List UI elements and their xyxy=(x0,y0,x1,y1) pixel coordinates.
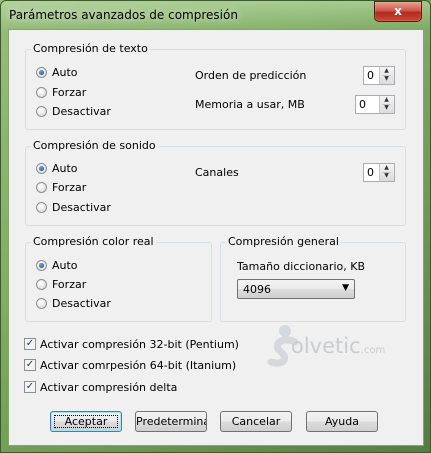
checkbox-32bit[interactable]: ✓ Activar compresión 32-bit (Pentium) xyxy=(24,337,239,351)
radio-icon xyxy=(36,201,47,213)
radio-icon xyxy=(36,181,47,193)
color-radio-forzar-label: Forzar xyxy=(52,277,87,291)
text-radio-forzar-label: Forzar xyxy=(52,85,87,99)
color-radio-forzar[interactable]: Forzar xyxy=(36,277,86,291)
help-button-label: Ayuda xyxy=(325,415,359,428)
checkbox-32bit-label: Activar compresión 32-bit (Pentium) xyxy=(40,337,239,351)
chevron-down-icon[interactable]: ▼ xyxy=(382,75,391,83)
sound-radio-auto[interactable]: Auto xyxy=(36,161,78,175)
solvetic-logo: olvetic.com xyxy=(265,322,385,373)
dictionary-size-value: 4096 xyxy=(243,283,271,296)
help-button[interactable]: Ayuda xyxy=(306,411,378,432)
watermark-text: olvetic.com xyxy=(291,334,385,358)
general-compression-title: Compresión general xyxy=(226,235,341,248)
focus-rectangle xyxy=(54,415,118,428)
checkbox-64bit-label: Activar comrpesión 64-bit (Itanium) xyxy=(40,358,237,372)
sound-compression-group: Compresión de sonido Auto Forzar Desacti… xyxy=(25,139,406,226)
sound-radio-desactivar-label: Desactivar xyxy=(52,200,111,214)
radio-icon xyxy=(36,259,47,271)
accept-button[interactable]: Aceptar xyxy=(50,411,122,432)
chevron-down-icon[interactable]: ▼ xyxy=(382,172,391,180)
dictionary-size-label: Tamaño diccionario, KB xyxy=(237,260,365,273)
default-button-label: Predeterminado xyxy=(136,415,206,428)
prediction-order-value: 0 xyxy=(367,69,374,82)
text-radio-auto[interactable]: Auto xyxy=(36,65,78,79)
dictionary-size-select[interactable]: 4096 ▼ xyxy=(237,279,355,299)
general-compression-group: Compresión general Tamaño diccionario, K… xyxy=(220,235,406,322)
color-radio-auto-label: Auto xyxy=(52,258,78,272)
close-button[interactable]: x xyxy=(374,1,422,22)
default-button[interactable]: Predeterminado xyxy=(135,411,207,432)
text-radio-desactivar[interactable]: Desactivar xyxy=(36,104,111,118)
prediction-order-spinner[interactable]: 0 ▲ ▼ xyxy=(363,66,395,85)
triangle-down-icon: ▼ xyxy=(342,283,349,293)
text-radio-forzar[interactable]: Forzar xyxy=(36,85,86,99)
radio-icon xyxy=(36,105,47,117)
radio-icon xyxy=(36,297,47,309)
checkmark-icon: ✓ xyxy=(24,338,36,350)
radio-icon xyxy=(36,66,47,78)
dialog-client-area: Compresión de texto Auto Forzar Desactiv… xyxy=(8,29,424,446)
color-radio-auto[interactable]: Auto xyxy=(36,258,78,272)
sound-radio-auto-label: Auto xyxy=(52,161,78,175)
cancel-button[interactable]: Cancelar xyxy=(220,411,292,432)
watermark-word: olvetic xyxy=(291,334,361,358)
color-radio-desactivar-label: Desactivar xyxy=(52,296,111,310)
sound-radio-forzar[interactable]: Forzar xyxy=(36,180,86,194)
checkmark-icon: ✓ xyxy=(24,381,36,393)
sound-radio-forzar-label: Forzar xyxy=(52,180,87,194)
radio-icon xyxy=(36,86,47,98)
checkbox-delta-label: Activar compresión delta xyxy=(40,380,178,394)
memory-spinner[interactable]: 0 ▲ ▼ xyxy=(355,95,395,114)
memory-label: Memoria a usar, MB xyxy=(195,98,305,111)
text-compression-title: Compresión de texto xyxy=(31,42,150,55)
text-radio-desactivar-label: Desactivar xyxy=(52,104,111,118)
checkmark-icon: ✓ xyxy=(24,359,36,371)
color-radio-desactivar[interactable]: Desactivar xyxy=(36,296,111,310)
channels-spinner[interactable]: 0 ▲ ▼ xyxy=(363,163,395,182)
checkbox-delta[interactable]: ✓ Activar compresión delta xyxy=(24,380,177,394)
sound-radio-desactivar[interactable]: Desactivar xyxy=(36,200,111,214)
color-compression-title: Compresión color real xyxy=(31,235,156,248)
chevron-down-icon[interactable]: ▼ xyxy=(382,104,391,112)
channels-value: 0 xyxy=(367,166,374,179)
radio-icon xyxy=(36,278,47,290)
prediction-order-label: Orden de predicción xyxy=(195,69,307,82)
title-bar[interactable]: Parámetros avanzados de compresión x xyxy=(0,0,431,28)
text-radio-auto-label: Auto xyxy=(52,65,78,79)
memory-value: 0 xyxy=(359,98,366,111)
color-compression-group: Compresión color real Auto Forzar Desact… xyxy=(25,235,212,322)
close-icon: x xyxy=(394,4,402,18)
checkbox-64bit[interactable]: ✓ Activar comrpesión 64-bit (Itanium) xyxy=(24,358,236,372)
channels-label: Canales xyxy=(195,166,239,179)
sound-compression-title: Compresión de sonido xyxy=(31,139,158,152)
text-compression-group: Compresión de texto Auto Forzar Desactiv… xyxy=(25,42,406,130)
window-title: Parámetros avanzados de compresión xyxy=(9,8,238,22)
watermark-suffix: .com xyxy=(360,345,386,356)
radio-icon xyxy=(36,162,47,174)
cancel-button-label: Cancelar xyxy=(231,415,281,428)
